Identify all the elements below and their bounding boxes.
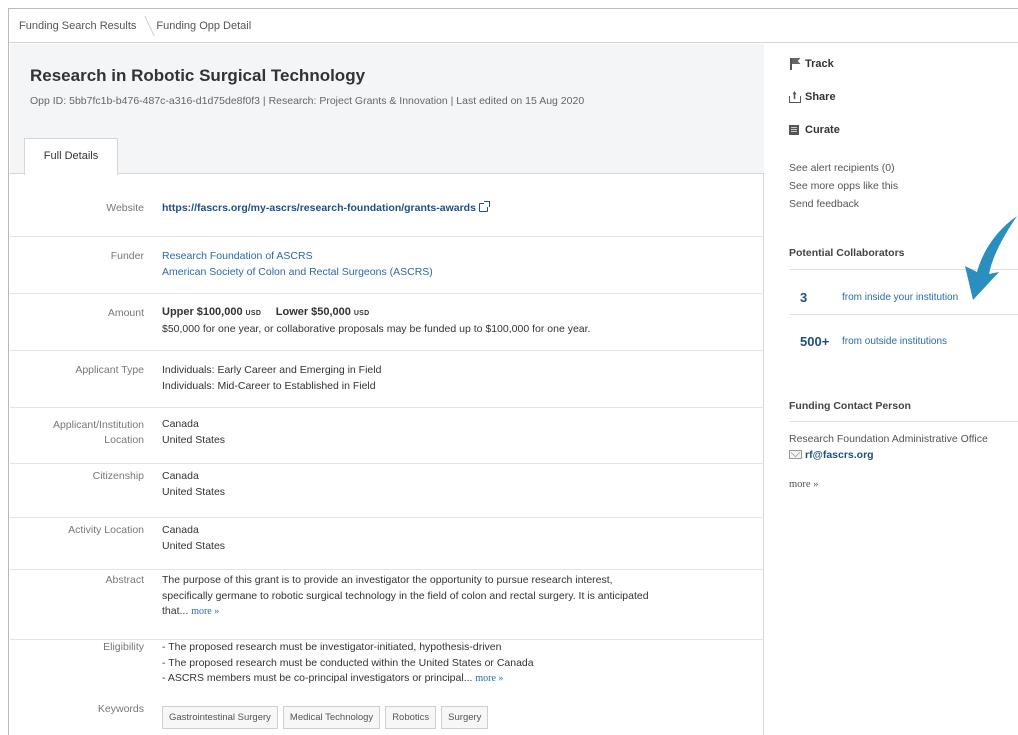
collab-outside-count[interactable]: 500+ — [800, 334, 829, 349]
amount-upper-currency: USD — [245, 310, 262, 317]
keyword-tag[interactable]: Gastrointestinal Surgery — [162, 706, 278, 729]
activity-location-line-2: United States — [162, 539, 226, 552]
applicant-location-label-2: Location — [104, 434, 144, 446]
abstract-line-3: that... — [162, 605, 189, 617]
eligibility-line-1: - The proposed research must be investig… — [162, 641, 502, 653]
amount-lower-label: Lower — [275, 306, 309, 318]
contact-email-row: rf@fascrs.org — [789, 449, 874, 461]
amount-lower-currency: USD — [353, 310, 370, 317]
activity-location-value: Canada United States — [162, 523, 225, 554]
citizenship-label: Citizenship — [92, 470, 144, 482]
breadcrumb: Funding Search Results Funding Opp Detai… — [9, 9, 1018, 43]
tab-full-details[interactable]: Full Details — [24, 138, 118, 175]
breadcrumb-search-results[interactable]: Funding Search Results — [9, 9, 150, 43]
abstract-value: The purpose of this grant is to provide … — [162, 573, 649, 620]
applicant-type-line-1: Individuals: Early Career and Emerging i… — [162, 364, 382, 376]
share-icon — [789, 91, 801, 103]
activity-location-line-1: Canada — [162, 524, 199, 536]
curate-label: Curate — [805, 124, 840, 136]
opp-meta: Opp ID: 5bb7fc1b-b476-487c-a316-d1d75de8… — [30, 95, 585, 107]
flag-icon — [789, 58, 801, 70]
external-link-icon[interactable] — [478, 201, 490, 212]
more-opps-link[interactable]: See more opps like this — [789, 180, 898, 192]
contact-email-link[interactable]: rf@fascrs.org — [805, 449, 874, 461]
activity-location-label: Activity Location — [68, 524, 144, 536]
contact-heading: Funding Contact Person — [789, 400, 911, 412]
divider — [789, 421, 1018, 422]
contact-name: Research Foundation Administrative Offic… — [789, 433, 988, 445]
applicant-location-label-1: Applicant/Institution — [52, 419, 144, 431]
eligibility-label: Eligibility — [103, 641, 144, 653]
page-title: Research in Robotic Surgical Technology — [30, 66, 366, 85]
amount-note: $50,000 for one year, or collaborative p… — [162, 322, 591, 335]
contact-more-link[interactable]: more » — [789, 479, 818, 490]
funder-row: Funder Research Foundation of ASCRS Amer… — [10, 237, 764, 294]
applicant-type-label: Applicant Type — [75, 364, 144, 376]
amount-row: Amount Upper $100,000 USD Lower $50,000 … — [10, 294, 764, 351]
keywords-row: Keywords Gastrointestinal Surgery Medica… — [10, 700, 764, 735]
keywords-label: Keywords — [97, 703, 144, 715]
applicant-type-row: Applicant Type Individuals: Early Career… — [10, 351, 764, 408]
applicant-location-row: Applicant/Institution Location Canada Un… — [10, 408, 764, 464]
applicant-location-line-2: United States — [162, 433, 226, 446]
citizenship-value: Canada United States — [162, 469, 225, 500]
citizenship-row: Citizenship Canada United States — [10, 464, 764, 518]
amount-value: Upper $100,000 USD Lower $50,000 USD $50… — [162, 305, 590, 337]
curate-icon — [789, 124, 801, 136]
keywords-list: Gastrointestinal Surgery Medical Technol… — [162, 706, 489, 729]
breadcrumb-opp-detail[interactable]: Funding Opp Detail — [150, 9, 251, 43]
eligibility-line-3: - ASCRS members must be co-principal inv… — [162, 672, 473, 684]
keyword-tag[interactable]: Robotics — [385, 706, 437, 729]
activity-location-row: Activity Location Canada United States — [10, 518, 764, 570]
eligibility-line-2: - The proposed research must be conducte… — [162, 656, 534, 669]
app-frame: Funding Search Results Funding Opp Detai… — [8, 8, 1018, 735]
website-link[interactable]: https://fascrs.org/my-ascrs/research-fou… — [162, 202, 476, 214]
pointer-arrow-icon — [965, 216, 1017, 300]
abstract-row: Abstract The purpose of this grant is to… — [10, 570, 764, 640]
curate-button[interactable]: Curate — [789, 124, 840, 136]
mail-icon — [789, 450, 802, 459]
send-feedback-link[interactable]: Send feedback — [789, 198, 859, 210]
track-button[interactable]: Track — [789, 58, 834, 70]
sidebar: Track Share Curate See alert recipients … — [765, 44, 1018, 735]
keyword-tag[interactable]: Medical Technology — [282, 706, 381, 729]
collab-inside-link[interactable]: from inside your institution — [842, 292, 958, 303]
main-panel: Research in Robotic Surgical Technology … — [10, 44, 764, 735]
abstract-label: Abstract — [105, 574, 144, 586]
applicant-type-value: Individuals: Early Career and Emerging i… — [162, 363, 381, 394]
website-row: Website https://fascrs.org/my-ascrs/rese… — [10, 175, 764, 237]
website-label: Website — [106, 202, 144, 214]
amount-upper-value: $100,000 — [196, 306, 243, 318]
funder-link-2[interactable]: American Society of Colon and Rectal Sur… — [162, 265, 433, 281]
abstract-line-1: The purpose of this grant is to provide … — [162, 574, 613, 586]
collab-inside-count[interactable]: 3 — [800, 290, 807, 305]
applicant-location-line-1: Canada — [162, 418, 199, 430]
applicant-location-value: Canada United States — [162, 417, 225, 448]
abstract-line-2: specifically germane to robotic surgical… — [162, 589, 649, 602]
funder-link-1[interactable]: Research Foundation of ASCRS — [162, 249, 433, 265]
collab-outside-link[interactable]: from outside institutions — [842, 336, 947, 347]
funder-value: Research Foundation of ASCRS American So… — [162, 249, 433, 280]
abstract-more-link[interactable]: more » — [191, 606, 219, 617]
alert-recipients-link[interactable]: See alert recipients (0) — [789, 162, 895, 174]
share-button[interactable]: Share — [789, 91, 836, 103]
citizenship-line-2: United States — [162, 485, 226, 498]
divider — [789, 314, 1018, 315]
eligibility-more-link[interactable]: more » — [475, 673, 503, 684]
amount-lower-value: $50,000 — [311, 306, 351, 318]
keyword-tag[interactable]: Surgery — [441, 706, 489, 729]
track-label: Track — [805, 58, 834, 70]
amount-upper-label: Upper — [162, 306, 194, 318]
opp-header: Research in Robotic Surgical Technology … — [10, 44, 764, 175]
funder-label: Funder — [110, 250, 144, 262]
website-value: https://fascrs.org/my-ascrs/research-fou… — [162, 201, 490, 217]
share-label: Share — [805, 91, 836, 103]
citizenship-line-1: Canada — [162, 470, 199, 482]
eligibility-row: Eligibility - The proposed research must… — [10, 640, 764, 700]
applicant-type-line-2: Individuals: Mid-Career to Established i… — [162, 379, 376, 392]
eligibility-value: - The proposed research must be investig… — [162, 640, 534, 687]
collaborators-heading: Potential Collaborators — [789, 247, 905, 259]
applicant-location-label: Applicant/Institution Location — [53, 418, 144, 448]
amount-label: Amount — [107, 307, 144, 319]
